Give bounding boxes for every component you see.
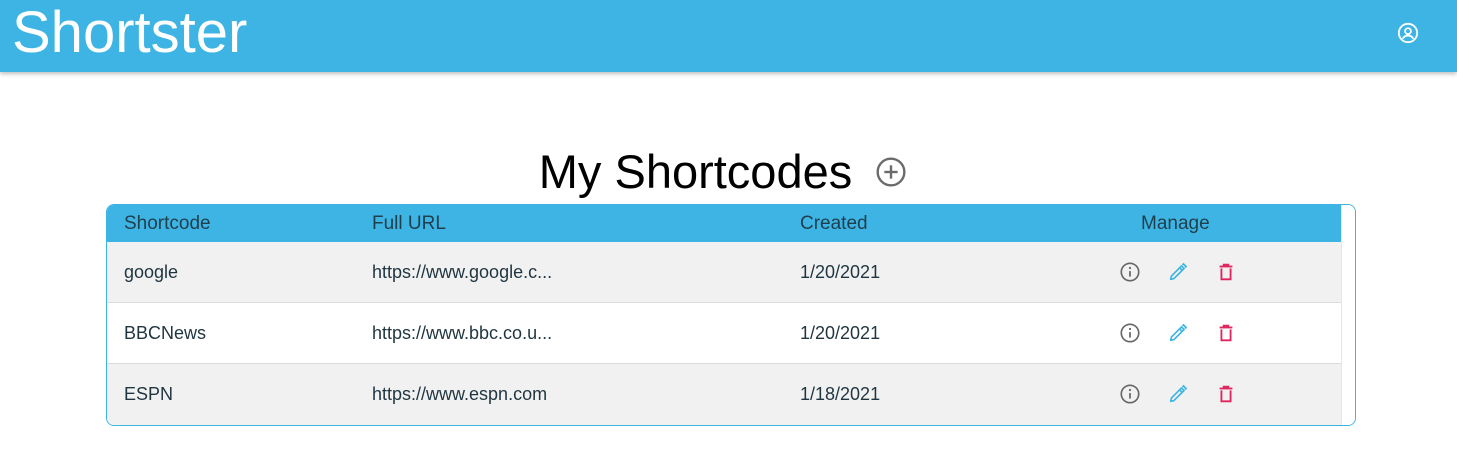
pencil-icon: [1169, 384, 1188, 403]
info-button[interactable]: [1118, 260, 1142, 284]
header-created[interactable]: Created: [800, 205, 868, 242]
cell-shortcode: ESPN: [124, 384, 174, 404]
info-button[interactable]: [1118, 321, 1142, 345]
page-title: My Shortcodes: [538, 145, 853, 198]
edit-button[interactable]: [1166, 321, 1190, 345]
table-body: Shortcode Full URL Created Manage google…: [107, 205, 1341, 425]
account-button[interactable]: [1393, 18, 1423, 48]
pencil-icon: [1169, 323, 1188, 342]
delete-button[interactable]: [1214, 382, 1238, 406]
pencil-icon: [1169, 262, 1188, 281]
cell-created: 1/20/2021: [800, 262, 881, 282]
cell-shortcode: google: [124, 262, 179, 282]
info-icon: [1120, 384, 1140, 404]
table-row: ESPN https://www.espn.com 1/18/2021: [107, 364, 1341, 425]
title-row: My Shortcodes: [0, 142, 1457, 202]
brand-title[interactable]: Shortster: [12, 0, 247, 66]
table-header: Shortcode Full URL Created Manage: [107, 205, 1341, 242]
trash-icon: [1219, 324, 1233, 342]
info-icon: [1120, 323, 1140, 343]
account-circle-icon: [1397, 22, 1419, 44]
edit-button[interactable]: [1166, 382, 1190, 406]
header-shortcode[interactable]: Shortcode: [124, 205, 211, 242]
add-circle-icon: [876, 157, 906, 187]
header-manage: Manage: [1141, 213, 1210, 234]
cell-created: 1/20/2021: [800, 323, 881, 343]
delete-button[interactable]: [1214, 260, 1238, 284]
cell-created: 1/18/2021: [800, 384, 881, 404]
table-row: BBCNews https://www.bbc.co.u... 1/20/202…: [107, 303, 1341, 364]
trash-icon: [1219, 385, 1233, 403]
table-scrollbar[interactable]: [1341, 205, 1355, 425]
header-full-url[interactable]: Full URL: [372, 205, 446, 242]
cell-shortcode: BBCNews: [124, 323, 207, 343]
cell-full-url: https://www.bbc.co.u...: [372, 323, 553, 343]
table-row: google https://www.google.c... 1/20/2021: [107, 242, 1341, 303]
app-bar: Shortster: [0, 0, 1457, 72]
add-shortcode-button[interactable]: [874, 155, 908, 189]
cell-full-url: https://www.espn.com: [372, 384, 548, 404]
trash-icon: [1219, 263, 1233, 281]
cell-full-url: https://www.google.c...: [372, 262, 553, 282]
info-button[interactable]: [1118, 382, 1142, 406]
shortcodes-table: Shortcode Full URL Created Manage google…: [106, 204, 1356, 426]
delete-button[interactable]: [1214, 321, 1238, 345]
edit-button[interactable]: [1166, 260, 1190, 284]
info-icon: [1120, 262, 1140, 282]
